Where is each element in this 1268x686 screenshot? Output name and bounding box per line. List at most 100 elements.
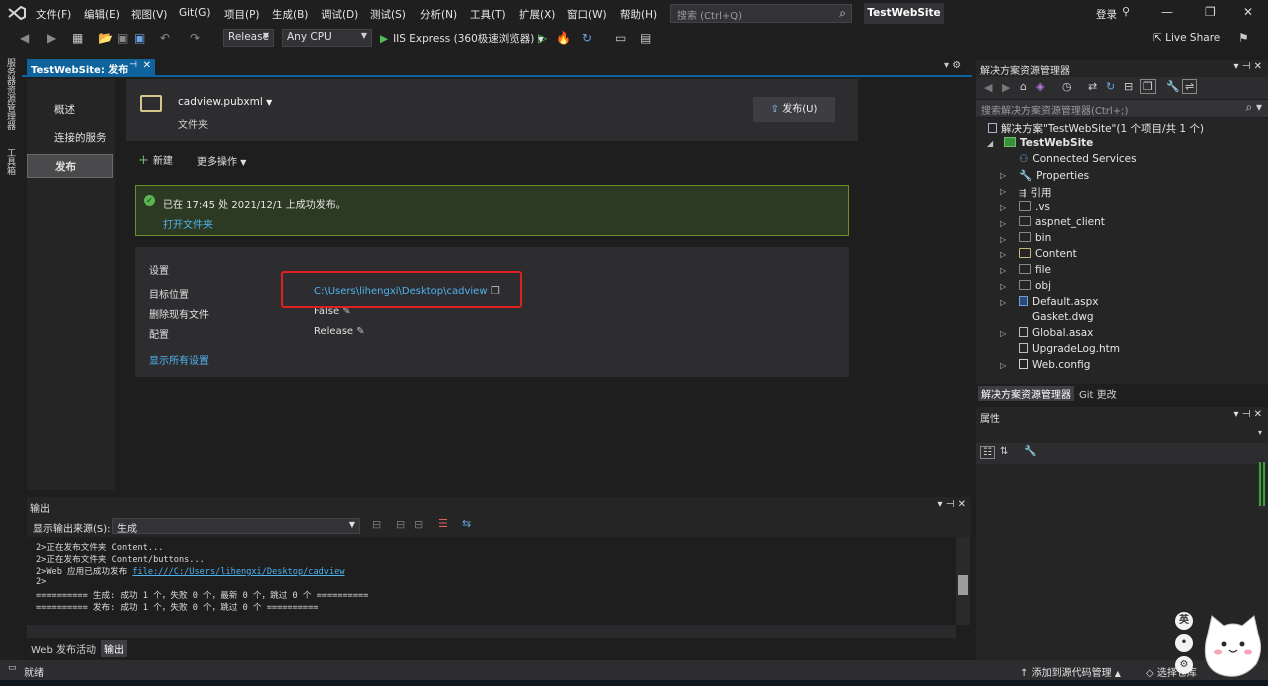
preview-icon[interactable]: ⇌: [1182, 79, 1198, 94]
output-source-select[interactable]: 生成 ▼: [112, 518, 360, 535]
tree-item[interactable]: Global.asax: [1019, 327, 1093, 339]
save-all-icon[interactable]: ▣: [134, 31, 145, 45]
menu-view[interactable]: 视图(V): [131, 7, 167, 22]
minimize-icon[interactable]: —: [1161, 5, 1173, 19]
menu-window[interactable]: 窗口(W): [567, 7, 607, 22]
search-input[interactable]: 搜索 (Ctrl+Q) ⌕: [670, 4, 852, 23]
tree-item[interactable]: .vs: [1019, 201, 1050, 213]
profile-select[interactable]: cadview.pubxml ▼: [178, 96, 272, 108]
back-icon[interactable]: ◀: [984, 81, 992, 94]
nav-connected-services[interactable]: 连接的服务: [27, 126, 113, 150]
panel-controls-icon[interactable]: ▾ ⊣ ✕: [938, 499, 966, 510]
layout-icon[interactable]: ▤: [640, 31, 651, 45]
tree-item[interactable]: Gasket.dwg: [1019, 311, 1094, 323]
menu-debug[interactable]: 调试(D): [321, 7, 358, 22]
show-all-files-icon[interactable]: ❐: [1140, 79, 1156, 94]
login-link[interactable]: 登录: [1096, 7, 1117, 22]
pin-icon[interactable]: ⊣: [129, 60, 137, 70]
solution-explorer-search-input[interactable]: 搜索解决方案资源管理器(Ctrl+;) ⌕ ▾: [976, 100, 1268, 117]
chevron-right-icon[interactable]: ▷: [1000, 282, 1006, 291]
tab-solution-explorer[interactable]: 解决方案资源管理器: [978, 386, 1074, 401]
tree-item[interactable]: bin: [1019, 232, 1051, 244]
ime-punctuation-icon[interactable]: •: [1175, 634, 1193, 652]
back-icon[interactable]: ◀: [20, 31, 29, 45]
chevron-right-icon[interactable]: ▷: [1000, 266, 1006, 275]
configuration-select[interactable]: Release ▼: [223, 29, 274, 47]
menu-extensions[interactable]: 扩展(X): [519, 7, 555, 22]
menu-project[interactable]: 项目(P): [224, 7, 260, 22]
chevron-right-icon[interactable]: ▷: [1000, 235, 1006, 244]
nav-publish[interactable]: 发布: [27, 154, 113, 178]
find-icon[interactable]: ⊟: [372, 518, 381, 531]
word-wrap-icon[interactable]: ⇆: [462, 517, 471, 530]
panel-controls-icon[interactable]: ▾ ⊣ ✕: [1234, 409, 1262, 420]
tree-item[interactable]: file: [1019, 264, 1051, 276]
properties-object-select[interactable]: ▾: [976, 425, 1268, 443]
chevron-right-icon[interactable]: ▷: [1000, 329, 1006, 338]
close-icon[interactable]: ✕: [1243, 5, 1253, 19]
tab-publish[interactable]: TestWebSite: 发布 ⊣ ✕: [27, 59, 155, 76]
output-publish-link[interactable]: file:///C:/Users/lihengxi/Desktop/cadvie…: [132, 567, 344, 577]
ime-settings-icon[interactable]: ⚙: [1175, 656, 1193, 674]
redo-icon[interactable]: ↷: [190, 31, 200, 45]
sync-icon[interactable]: ⇄: [1088, 80, 1097, 93]
save-icon[interactable]: ▣: [117, 31, 128, 45]
toolbox-tab[interactable]: 工具箱: [5, 148, 17, 175]
start-without-debug-icon[interactable]: ▷: [538, 31, 547, 45]
tree-item[interactable]: Web.config: [1019, 359, 1090, 371]
tree-item[interactable]: obj: [1019, 280, 1051, 292]
switch-views-icon[interactable]: ◈: [1036, 80, 1044, 93]
tree-solution[interactable]: 解决方案"TestWebSite"(1 个项目/共 1 个): [988, 121, 1204, 136]
server-explorer-tab[interactable]: 服务器资源管理器: [5, 58, 17, 130]
restore-icon[interactable]: ❐: [1205, 5, 1216, 19]
property-pages-icon[interactable]: 🔧: [1024, 446, 1036, 457]
forward-icon[interactable]: ▶: [1002, 81, 1010, 94]
output-scroll-thumb[interactable]: [958, 575, 968, 595]
run-button[interactable]: ▶ IIS Express (360极速浏览器) ▼: [380, 31, 544, 46]
chevron-down-icon[interactable]: ◢: [987, 139, 993, 148]
menu-analyze[interactable]: 分析(N): [420, 7, 457, 22]
menu-help[interactable]: 帮助(H): [620, 7, 657, 22]
chevron-right-icon[interactable]: ▷: [1000, 361, 1006, 370]
alphabetical-icon[interactable]: ⇅: [1000, 446, 1008, 457]
tree-item[interactable]: 🔧 Properties: [1019, 169, 1089, 182]
properties-wrench-icon[interactable]: 🔧: [1166, 80, 1180, 93]
chevron-right-icon[interactable]: ▷: [1000, 250, 1006, 259]
edit-icon[interactable]: ✎: [356, 326, 364, 337]
feedback-icon[interactable]: ⚑: [1238, 31, 1249, 45]
platform-select[interactable]: Any CPU ▼: [282, 29, 372, 47]
forward-icon[interactable]: ▶: [47, 31, 56, 45]
tree-item[interactable]: Content: [1019, 248, 1077, 260]
account-icon[interactable]: ⚲: [1122, 5, 1130, 18]
folder-icon[interactable]: ▭: [615, 31, 626, 45]
chevron-right-icon[interactable]: ▷: [1000, 219, 1006, 228]
menu-file[interactable]: 文件(F): [36, 7, 71, 22]
ime-language-button[interactable]: 英: [1175, 612, 1193, 630]
chevron-right-icon[interactable]: ▷: [1000, 187, 1006, 196]
prev-message-icon[interactable]: ⊟: [396, 518, 405, 531]
live-share-button[interactable]: ⇱ Live Share: [1153, 32, 1220, 44]
tree-project[interactable]: TestWebSite: [1004, 137, 1093, 149]
show-all-settings-link[interactable]: 显示所有设置: [149, 352, 209, 367]
next-message-icon[interactable]: ⊟: [414, 518, 423, 531]
chevron-right-icon[interactable]: ▷: [1000, 203, 1006, 212]
panel-controls-icon[interactable]: ▾ ⊣ ✕: [1234, 61, 1262, 72]
pending-changes-icon[interactable]: ◷: [1062, 80, 1072, 93]
menu-test[interactable]: 测试(S): [370, 7, 406, 22]
tab-web-publish-activity[interactable]: Web 发布活动: [28, 640, 99, 657]
menu-build[interactable]: 生成(B): [272, 7, 308, 22]
tab-output[interactable]: 输出: [101, 640, 127, 657]
refresh-icon[interactable]: ↻: [1106, 80, 1115, 93]
new-project-icon[interactable]: ▦: [72, 31, 83, 45]
tree-item[interactable]: aspnet_client: [1019, 216, 1105, 228]
menu-git[interactable]: Git(G): [179, 7, 211, 19]
close-tab-icon[interactable]: ✕: [143, 60, 151, 71]
tree-item[interactable]: UpgradeLog.htm: [1019, 343, 1120, 355]
open-folder-link[interactable]: 打开文件夹: [163, 216, 213, 231]
tree-item[interactable]: Default.aspx: [1019, 296, 1099, 308]
add-to-source-control-button[interactable]: ↑ 添加到源代码管理 ▲: [1020, 664, 1121, 679]
publish-button[interactable]: ⇪ 发布(U): [753, 97, 835, 122]
open-icon[interactable]: 📂: [98, 31, 113, 45]
hot-reload-icon[interactable]: 🔥: [556, 31, 571, 45]
nav-overview[interactable]: 概述: [27, 98, 113, 122]
